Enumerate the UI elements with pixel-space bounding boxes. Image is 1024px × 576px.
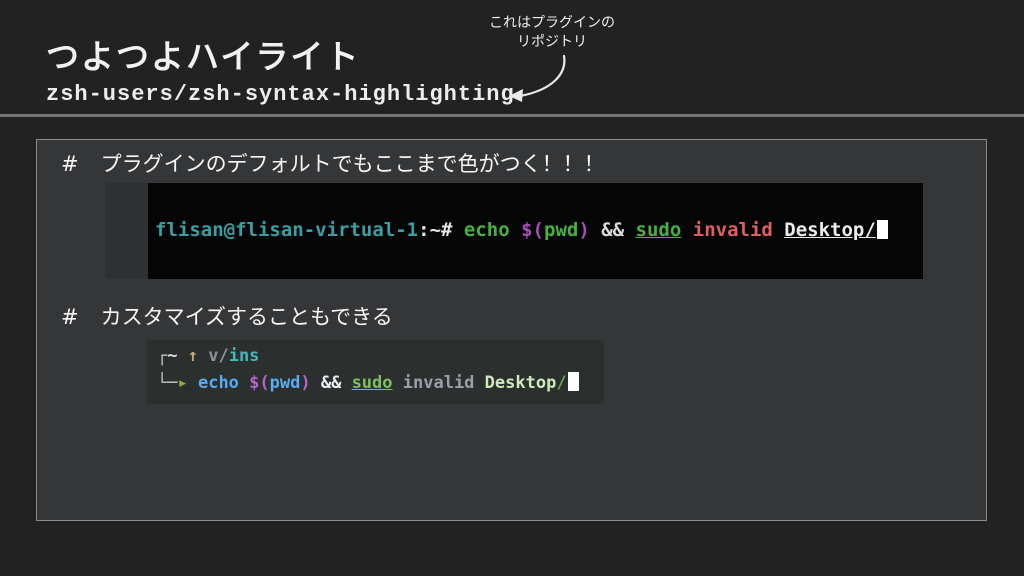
terminal-side-strip xyxy=(105,183,148,279)
terminal-line: flisan@flisan-virtual-1:~# echo $(pwd) &… xyxy=(155,217,888,243)
content-panel: # プラグインのデフォルトでもここまで色がつく！！！ flisan@flisan-… xyxy=(36,139,987,521)
terminal-command-line: └─▸ echo $(pwd) && sudo invalid Desktop/ xyxy=(157,370,604,397)
heading-hash: # xyxy=(61,305,79,329)
annotation-note: これはプラグインの リポジトリ xyxy=(462,14,642,52)
page-title: つよつよハイライト xyxy=(46,37,361,76)
section-heading-custom: # カスタマイズすることもできる xyxy=(61,301,393,331)
terminal-prompt-line: ┌~ ↑ v/ins xyxy=(157,346,260,366)
terminal-screenshot-default: flisan@flisan-virtual-1:~# echo $(pwd) &… xyxy=(105,183,923,279)
section-heading-default: # プラグインのデフォルトでもここまで色がつく！！！ xyxy=(61,148,605,178)
divider xyxy=(0,114,1024,117)
repo-subtitle: zsh-users/zsh-syntax-highlighting xyxy=(46,82,515,107)
terminal-screenshot-custom: ┌~ ↑ v/ins └─▸ echo $(pwd) && sudo inval… xyxy=(147,340,604,404)
slide: { "header": { "title": "つよつよハイライト", "sub… xyxy=(0,0,1024,576)
terminal-screen: flisan@flisan-virtual-1:~# echo $(pwd) &… xyxy=(148,183,923,279)
curved-arrow-icon xyxy=(509,54,566,102)
terminal-cursor xyxy=(876,220,888,239)
annotation-line-1: これはプラグインの xyxy=(489,15,615,31)
heading-hash: # xyxy=(61,152,79,176)
annotation-line-2: リポジトリ xyxy=(517,34,587,50)
heading-text: カスタマイズすることもできる xyxy=(100,305,393,329)
heading-text: プラグインのデフォルトでもここまで色がつく！！！ xyxy=(100,152,605,176)
terminal-cursor xyxy=(567,372,579,391)
